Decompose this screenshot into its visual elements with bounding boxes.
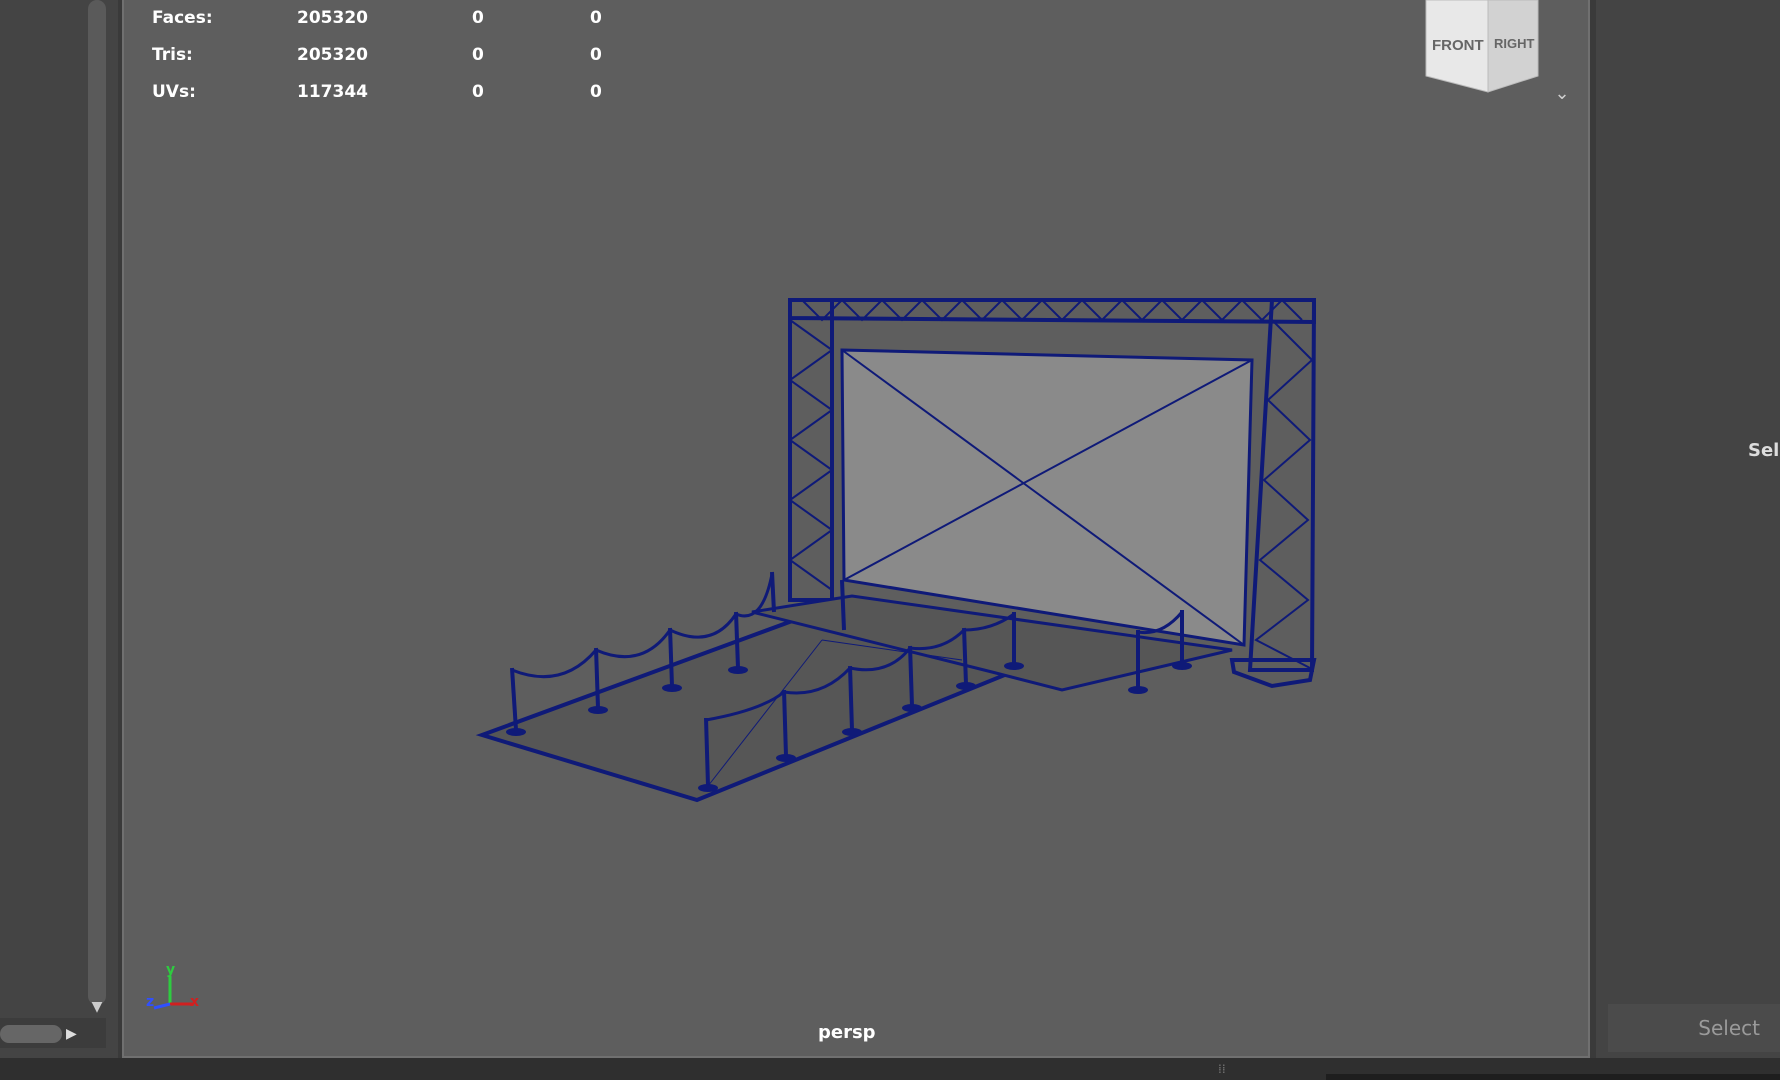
- arrow-down-icon[interactable]: ▼: [88, 1000, 106, 1014]
- hud-value: 205320: [297, 8, 368, 28]
- hud-label: Faces:: [152, 8, 213, 28]
- bottom-status-bar: ⁞⁞: [0, 1058, 1780, 1080]
- resize-grip-icon[interactable]: ⁞⁞: [1218, 1062, 1226, 1076]
- hud-label: UVs:: [152, 82, 196, 102]
- hud-value: 0: [590, 82, 602, 102]
- view-cube-front-label[interactable]: FRONT: [1432, 37, 1484, 54]
- hud-label: Tris:: [152, 45, 193, 65]
- vertical-scrollbar[interactable]: [88, 0, 106, 1005]
- hud-value: 0: [472, 8, 484, 28]
- horizontal-scrollbar[interactable]: [0, 1025, 62, 1043]
- select-label-partial: Sele: [1748, 440, 1780, 461]
- hud-value: 117344: [297, 82, 368, 102]
- scene-wireframe[interactable]: [122, 0, 1590, 1058]
- axis-z-label: z: [146, 994, 154, 1010]
- view-cube-right-label[interactable]: RIGHT: [1494, 36, 1535, 51]
- hud-value: 0: [590, 45, 602, 65]
- view-cube-icon[interactable]: FRONT RIGHT: [1422, 0, 1540, 96]
- arrow-right-icon[interactable]: ▶: [66, 1024, 80, 1044]
- right-truss-tower: [1247, 298, 1317, 672]
- right-panel: Sele Select: [1596, 0, 1780, 1058]
- axis-x-label: x: [190, 994, 199, 1010]
- select-button[interactable]: Select: [1608, 1004, 1780, 1052]
- left-panel: ▼ ▶: [0, 0, 118, 1080]
- hud-value: 205320: [297, 45, 368, 65]
- hud-value: 0: [472, 45, 484, 65]
- axis-y-label: y: [166, 962, 175, 978]
- chevron-down-icon[interactable]: ⌄: [1550, 84, 1574, 104]
- hud-value: 0: [590, 8, 602, 28]
- hud-value: 0: [472, 82, 484, 102]
- axis-gizmo-icon: y z x: [146, 962, 199, 1010]
- bottom-dark-strip: [1326, 1074, 1780, 1080]
- camera-label: persp: [818, 1022, 876, 1043]
